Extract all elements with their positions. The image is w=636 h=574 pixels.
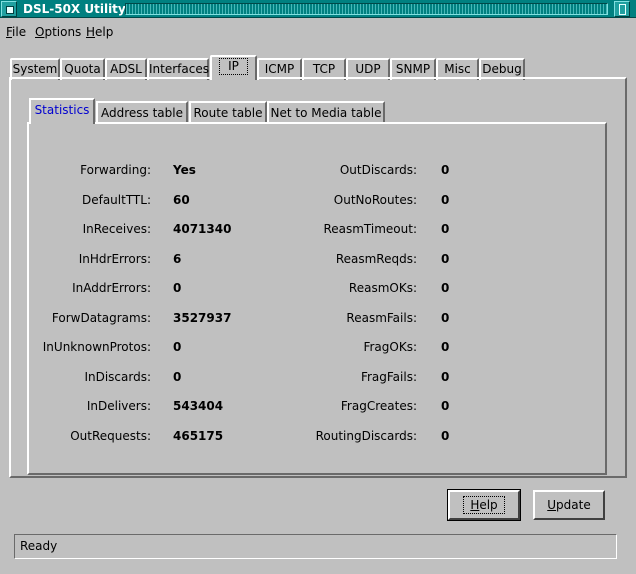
tab-label: Quota — [64, 62, 101, 76]
right-stat-value: 0 — [441, 193, 450, 207]
right-stat-label: FragOKs: — [363, 340, 417, 354]
left-stat-value: 3527937 — [173, 311, 232, 325]
right-stat-label: FragCreates: — [340, 399, 417, 413]
subtab-label: Route table — [193, 106, 263, 120]
window-menu-icon[interactable] — [1, 1, 17, 17]
left-stat-label: InDelivers: — [86, 399, 151, 413]
right-stat-label: ReasmTimeout: — [323, 222, 417, 236]
left-stat-value: 60 — [173, 193, 190, 207]
subtab-label: Address table — [101, 106, 183, 120]
left-stat-value: 0 — [173, 340, 182, 354]
menu-options[interactable]: Options — [35, 24, 81, 40]
update-button-label: pdate — [556, 498, 591, 512]
right-stat-value: 0 — [441, 252, 450, 266]
left-stat-value: Yes — [173, 163, 196, 177]
right-stat-label: FragFails: — [360, 370, 417, 384]
subtab-label: Statistics — [34, 103, 90, 117]
right-stat-value: 0 — [441, 340, 450, 354]
window-title: DSL-50X Utility — [23, 2, 126, 16]
subtab-address-table[interactable]: Address table — [96, 101, 188, 124]
left-stat-label: InDiscards: — [84, 370, 151, 384]
menu-file[interactable]: File — [6, 24, 26, 40]
update-button-mnemonic: U — [547, 498, 557, 512]
title-bar[interactable]: DSL-50X Utility — [0, 0, 636, 18]
subtab-net-to-media-table[interactable]: Net to Media table — [267, 101, 385, 124]
left-stat-value: 543404 — [173, 399, 224, 413]
menu-options-label: ptions — [44, 25, 82, 39]
right-stat-value: 0 — [441, 311, 450, 325]
left-stat-value: 0 — [173, 370, 182, 384]
tab-label: Misc — [444, 62, 471, 76]
update-button[interactable]: Update — [533, 490, 605, 520]
right-stat-value: 0 — [441, 429, 450, 443]
subtab-label: Net to Media table — [270, 106, 382, 120]
right-stat-value: 0 — [441, 281, 450, 295]
tab-label: SNMP — [395, 62, 431, 76]
left-stat-value: 6 — [173, 252, 182, 266]
left-stat-label: InReceives: — [82, 222, 151, 236]
right-stat-label: ReasmFails: — [346, 311, 417, 325]
status-bar: Ready — [14, 534, 617, 559]
right-stat-value: 0 — [441, 370, 450, 384]
left-stat-value: 4071340 — [173, 222, 232, 236]
subtab-route-table[interactable]: Route table — [189, 101, 267, 124]
menu-file-label: ile — [12, 25, 27, 39]
left-stat-label: InUnknownProtos: — [42, 340, 151, 354]
tab-ip[interactable]: IP — [210, 55, 257, 80]
menu-help-mnemonic: H — [86, 25, 96, 39]
left-stat-label: InHdrErrors: — [78, 252, 151, 266]
menu-help-label: elp — [95, 25, 114, 39]
right-stat-value: 0 — [441, 399, 450, 413]
help-button-mnemonic: H — [470, 498, 480, 512]
tab-label: TCP — [312, 62, 336, 76]
left-stat-value: 0 — [173, 281, 182, 295]
tab-label: Debug — [482, 62, 522, 76]
right-stat-value: 0 — [441, 222, 450, 236]
right-stat-label: ReasmReqds: — [335, 252, 417, 266]
title-bar-drag-area[interactable] — [125, 3, 608, 15]
left-stat-label: ForwDatagrams: — [51, 311, 151, 325]
right-stat-label: ReasmOKs: — [348, 281, 417, 295]
tab-label: ADSL — [110, 62, 142, 76]
left-stat-label: InAddrErrors: — [72, 281, 151, 295]
left-stat-label: DefaultTTL: — [81, 193, 151, 207]
right-stat-label: RoutingDiscards: — [315, 429, 417, 443]
right-stat-label: OutNoRoutes: — [333, 193, 417, 207]
tab-label: ICMP — [264, 62, 295, 76]
left-stat-label: Forwarding: — [80, 163, 151, 177]
help-button-label: elp — [479, 498, 498, 512]
menu-help[interactable]: Help — [86, 24, 113, 40]
maximize-icon[interactable] — [614, 1, 630, 17]
right-stat-value: 0 — [441, 163, 450, 177]
tab-label: IP — [219, 58, 248, 75]
right-stat-label: OutDiscards: — [339, 163, 417, 177]
left-stat-label: OutRequests: — [70, 429, 151, 443]
tab-label: System — [12, 62, 58, 76]
help-button[interactable]: Help — [447, 489, 521, 521]
left-stat-value: 465175 — [173, 429, 224, 443]
subtab-statistics[interactable]: Statistics — [29, 98, 95, 124]
tab-label: UDP — [355, 62, 381, 76]
tab-label: Interfaces — [149, 62, 209, 76]
